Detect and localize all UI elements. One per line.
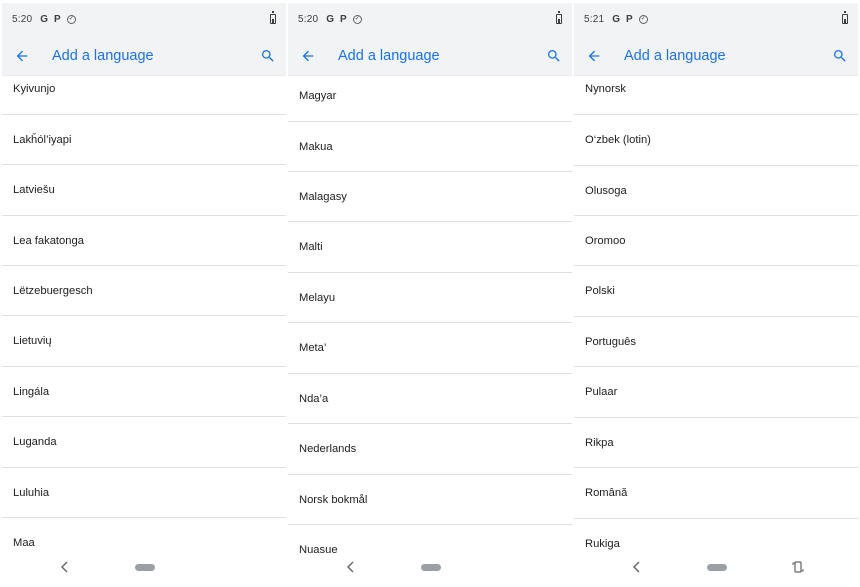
search-button[interactable] [536, 36, 572, 76]
google-notification-icon: G [326, 14, 335, 25]
status-bar: 5:20 G P ✓ [2, 3, 286, 36]
language-item[interactable]: Nuasue [288, 524, 572, 553]
status-bar: 5:21 G P ✓ [574, 3, 858, 36]
language-item[interactable]: Lëtzebuergesch [2, 265, 286, 315]
language-item[interactable]: Română [574, 467, 858, 517]
language-item[interactable]: Luluhia [2, 467, 286, 517]
language-item[interactable]: Luganda [2, 416, 286, 466]
language-item[interactable]: Kyivunjo [2, 77, 286, 114]
language-item[interactable]: Norsk bokmål [288, 474, 572, 524]
language-item[interactable]: Lakȟól’iyapi [2, 114, 286, 164]
arrow-back-icon [16, 50, 28, 61]
check-circle-icon: ✓ [352, 15, 362, 24]
check-circle-icon: ✓ [638, 15, 648, 24]
language-list: Magyar Makua Malagasy Malti Melayu Meta’… [288, 77, 572, 553]
language-item[interactable]: Malagasy [288, 171, 572, 221]
app-bar: Add a language [288, 36, 572, 76]
p-notification-icon: P [54, 14, 61, 25]
app-bar: Add a language [574, 36, 858, 76]
status-bar: 5:20 G P ✓ [288, 3, 572, 36]
language-item[interactable]: Lingála [2, 366, 286, 416]
language-item[interactable]: Olusoga [574, 165, 858, 215]
language-item[interactable]: Rikpa [574, 417, 858, 467]
page-title: Add a language [624, 47, 726, 64]
language-item[interactable]: Nynorsk [574, 77, 858, 114]
search-icon [548, 49, 560, 62]
language-item[interactable]: Latviešu [2, 164, 286, 214]
language-item[interactable]: Maa [2, 517, 286, 553]
phone-screen-2: 5:20 G P ✓ Add a language Magyar Makua M… [288, 3, 572, 581]
search-button[interactable] [250, 36, 286, 76]
navigation-bar [2, 553, 286, 581]
language-item[interactable]: Polski [574, 265, 858, 315]
language-item[interactable]: O‘zbek (lotin) [574, 114, 858, 164]
nav-back-icon[interactable] [632, 561, 642, 573]
language-item[interactable]: Oromoo [574, 215, 858, 265]
home-pill-icon[interactable] [135, 564, 155, 571]
arrow-back-icon [302, 50, 314, 61]
status-time: 5:20 [12, 14, 33, 25]
screens-container: 5:20 G P ✓ Add a language Kyivunjo Lakȟó… [2, 3, 858, 581]
home-pill-icon[interactable] [707, 564, 727, 571]
rotate-screen-icon[interactable] [792, 561, 804, 573]
search-icon [834, 49, 846, 62]
back-button[interactable] [288, 36, 328, 76]
language-item[interactable]: Meta’ [288, 322, 572, 372]
status-time: 5:20 [298, 14, 319, 25]
language-item[interactable]: Pulaar [574, 366, 858, 416]
page-title: Add a language [338, 47, 440, 64]
search-button[interactable] [822, 36, 858, 76]
back-button[interactable] [2, 36, 42, 76]
navigation-bar [574, 553, 858, 581]
battery-icon [842, 11, 848, 24]
search-icon [262, 49, 274, 62]
google-notification-icon: G [40, 14, 49, 25]
nav-back-icon[interactable] [60, 561, 70, 573]
language-item[interactable]: Nederlands [288, 423, 572, 473]
language-item[interactable]: Rukiga [574, 518, 858, 553]
nav-back-icon[interactable] [346, 561, 356, 573]
phone-screen-1: 5:20 G P ✓ Add a language Kyivunjo Lakȟó… [2, 3, 286, 581]
app-bar: Add a language [2, 36, 286, 76]
language-item[interactable]: Lea fakatonga [2, 215, 286, 265]
check-circle-icon: ✓ [66, 15, 76, 24]
google-notification-icon: G [612, 14, 621, 25]
battery-icon [556, 11, 562, 24]
status-time: 5:21 [584, 14, 605, 25]
language-item[interactable]: Nda’a [288, 373, 572, 423]
language-item[interactable]: Lietuvių [2, 315, 286, 365]
language-item[interactable]: Makua [288, 121, 572, 171]
page-title: Add a language [52, 47, 154, 64]
phone-screen-3: 5:21 G P ✓ Add a language Nynorsk O‘zbek… [574, 3, 858, 581]
home-pill-icon[interactable] [421, 564, 441, 571]
back-button[interactable] [574, 36, 614, 76]
arrow-back-icon [588, 50, 600, 61]
language-list: Nynorsk O‘zbek (lotin) Olusoga Oromoo Po… [574, 77, 858, 553]
language-item[interactable]: Melayu [288, 272, 572, 322]
navigation-bar [288, 553, 572, 581]
language-item[interactable]: Magyar [288, 77, 572, 121]
language-item[interactable]: Português [574, 316, 858, 366]
battery-icon [270, 11, 276, 24]
language-list: Kyivunjo Lakȟól’iyapi Latviešu Lea fakat… [2, 77, 286, 553]
language-item[interactable]: Malti [288, 221, 572, 271]
p-notification-icon: P [340, 14, 347, 25]
p-notification-icon: P [626, 14, 633, 25]
